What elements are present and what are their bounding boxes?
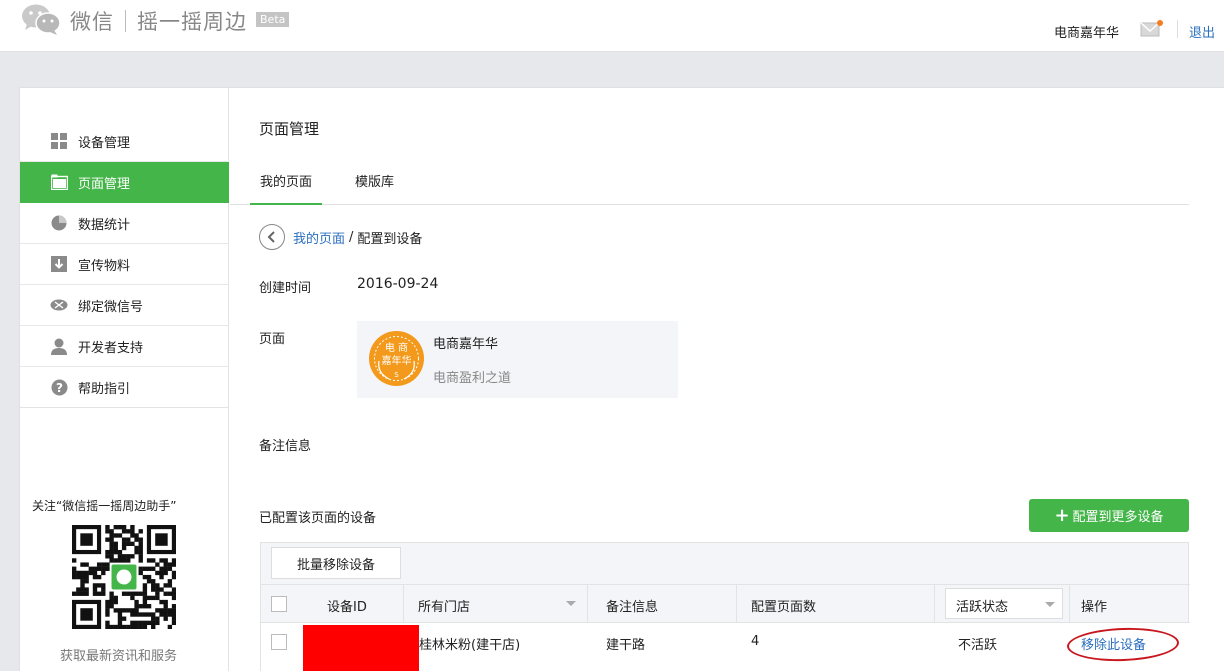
column-header-page-count: 配置页面数: [751, 600, 817, 615]
column-divider: [403, 585, 404, 623]
qr-footer: 获取最新资讯和服务: [60, 649, 178, 664]
tab-template-library[interactable]: 模版库: [355, 162, 394, 205]
configured-devices-title: 已配置该页面的设备: [259, 511, 377, 526]
logo-text-bottom: S: [394, 371, 399, 379]
column-header-store[interactable]: 所有门店: [418, 596, 470, 615]
devices-table: 批量移除设备 设备ID 所有门店 备注信息 配置页面数 活跃状态 操作 桂林米粉…: [260, 542, 1190, 671]
column-divider: [1069, 585, 1070, 623]
user-icon: [50, 337, 68, 355]
qr-code-icon: [72, 525, 176, 629]
sidebar-item-label: 数据统计: [78, 217, 131, 233]
sidebar-item-page-management[interactable]: 页面管理: [20, 162, 229, 203]
column-divider: [736, 585, 737, 623]
logo-text-top: 电 商: [385, 341, 408, 354]
table-header: 设备ID 所有门店 备注信息 配置页面数 活跃状态 操作: [261, 584, 1190, 623]
content-area: 页面管理 我的页面 模版库 我的页面 / 配置到设备 创建时间 2016-09-…: [230, 88, 1224, 671]
created-time-label: 创建时间: [259, 281, 312, 296]
remark-label: 备注信息: [259, 439, 312, 454]
column-header-device-id: 设备ID: [327, 600, 367, 615]
plus-icon: +: [1054, 505, 1070, 526]
sidebar-item-developer-support[interactable]: 开发者支持: [20, 326, 229, 367]
sidebar-item-label: 页面管理: [78, 176, 131, 192]
remove-device-link[interactable]: 移除此设备: [1081, 634, 1146, 653]
account-name[interactable]: 电商嘉年华: [1054, 22, 1119, 41]
sidebar: 设备管理 页面管理 数据统计 宣传物料 绑定微信号 开发者支持 ? 帮助指引 关…: [20, 88, 229, 671]
cell-remark: 建干路: [606, 638, 646, 653]
add-more-devices-label: 配置到更多设备: [1072, 510, 1164, 525]
download-icon: [50, 255, 68, 273]
cell-page-count: 4: [751, 634, 760, 649]
mail-icon[interactable]: [1140, 20, 1164, 38]
active-status-filter-select[interactable]: 活跃状态: [945, 588, 1063, 619]
add-more-devices-button[interactable]: + 配置到更多设备: [1029, 499, 1189, 532]
cell-store: 桂林米粉(建干店): [419, 638, 521, 653]
page-card-title: 电商嘉年华: [433, 337, 499, 352]
breadcrumb-separator: /: [349, 229, 354, 245]
wechat-logo-icon: [22, 4, 61, 35]
breadcrumb-current: 配置到设备: [357, 231, 423, 247]
back-arrow-icon[interactable]: [259, 224, 285, 250]
column-header-active-status: 活跃状态: [956, 600, 1009, 615]
logo-text-mid: 嘉年华: [382, 354, 412, 367]
link-icon: [50, 296, 68, 314]
sidebar-item-promo-materials[interactable]: 宣传物料: [20, 244, 229, 285]
column-header-action: 操作: [1081, 600, 1108, 615]
page-card-subtitle: 电商盈利之道: [433, 371, 512, 386]
help-icon: ?: [50, 378, 68, 396]
select-all-checkbox[interactable]: [271, 596, 287, 612]
bulk-remove-button[interactable]: 批量移除设备: [271, 547, 401, 579]
sidebar-item-label: 设备管理: [78, 135, 131, 151]
sidebar-item-statistics[interactable]: 数据统计: [20, 203, 229, 244]
qr-caption: 关注“微信摇一摇周边助手”: [32, 499, 177, 513]
table-row: 桂林米粉(建干店) 建干路 4 不活跃 移除此设备: [261, 622, 1190, 671]
product-name: 摇一摇周边: [137, 10, 247, 34]
row-checkbox[interactable]: [271, 634, 287, 650]
page-card[interactable]: 电 商 嘉年华 S 电商嘉年华 电商盈利之道: [357, 321, 678, 398]
svg-text:?: ?: [56, 381, 63, 395]
column-header-remark: 备注信息: [606, 600, 659, 615]
main-card: 设备管理 页面管理 数据统计 宣传物料 绑定微信号 开发者支持 ? 帮助指引 关…: [19, 87, 1224, 671]
sidebar-item-label: 宣传物料: [78, 258, 131, 274]
store-filter-arrow-icon[interactable]: [566, 601, 576, 606]
brand-divider: [125, 10, 126, 32]
logout-link[interactable]: 退出: [1189, 22, 1215, 41]
column-divider: [934, 585, 935, 623]
grid-icon: [50, 132, 68, 150]
sidebar-item-label: 绑定微信号: [78, 299, 144, 315]
header-divider: [1177, 20, 1178, 38]
tab-my-pages[interactable]: 我的页面: [250, 162, 323, 205]
sidebar-item-bind-wechat[interactable]: 绑定微信号: [20, 285, 229, 326]
redacted-device-id: [303, 625, 419, 671]
breadcrumb: 我的页面 / 配置到设备: [259, 224, 422, 250]
cell-status: 不活跃: [958, 638, 998, 653]
sidebar-item-help[interactable]: ? 帮助指引: [20, 367, 229, 408]
page-logo-badge: 电 商 嘉年华 S: [369, 331, 424, 386]
page-icon: [50, 173, 68, 191]
sidebar-item-label: 开发者支持: [78, 340, 144, 356]
breadcrumb-link-my-pages[interactable]: 我的页面: [293, 228, 345, 247]
top-header: 微信 摇一摇周边 Beta 电商嘉年华 退出: [0, 0, 1224, 52]
tab-bar: 我的页面 模版库: [230, 162, 1189, 205]
sidebar-item-label: 帮助指引: [78, 381, 131, 397]
sidebar-item-device-management[interactable]: 设备管理: [20, 121, 229, 162]
sidebar-menu: 设备管理 页面管理 数据统计 宣传物料 绑定微信号 开发者支持 ? 帮助指引: [20, 121, 229, 408]
brand-name: 微信: [70, 10, 114, 34]
page-label: 页面: [259, 332, 286, 347]
beta-badge: Beta: [256, 12, 290, 27]
column-divider: [587, 585, 588, 623]
page-title: 页面管理: [259, 120, 320, 138]
pie-chart-icon: [50, 214, 68, 232]
chevron-down-icon: [1045, 602, 1055, 607]
created-time-value: 2016-09-24: [357, 276, 439, 292]
